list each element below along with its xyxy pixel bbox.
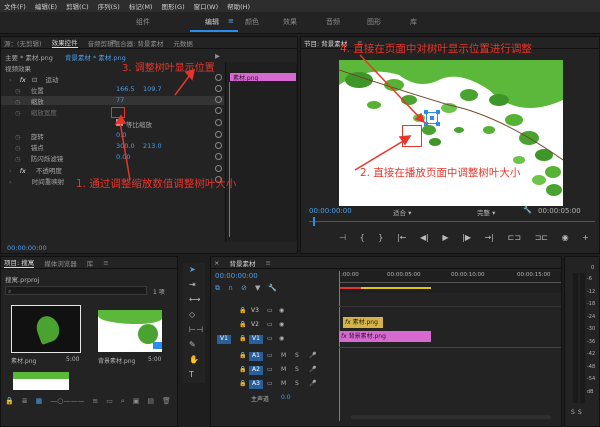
annotation-drag-tip: 2. 直接在播放页面中调整树叶大小 xyxy=(360,167,521,179)
arrow-a1-head xyxy=(114,114,127,125)
annotation-position-tip: 3. 调整树叶显示位置 xyxy=(122,63,215,74)
arrow-a1 xyxy=(119,121,131,181)
arrow-a4 xyxy=(359,54,421,119)
arrow-a3 xyxy=(174,74,191,96)
annotation-page-position-tip: 4. 直接在页面中对树叶显示位置进行调整 xyxy=(340,43,532,55)
annotation-arrows xyxy=(114,54,426,181)
annotation-scale-tip: 1. 通过调整缩放数值调整树叶大小 xyxy=(76,178,237,190)
